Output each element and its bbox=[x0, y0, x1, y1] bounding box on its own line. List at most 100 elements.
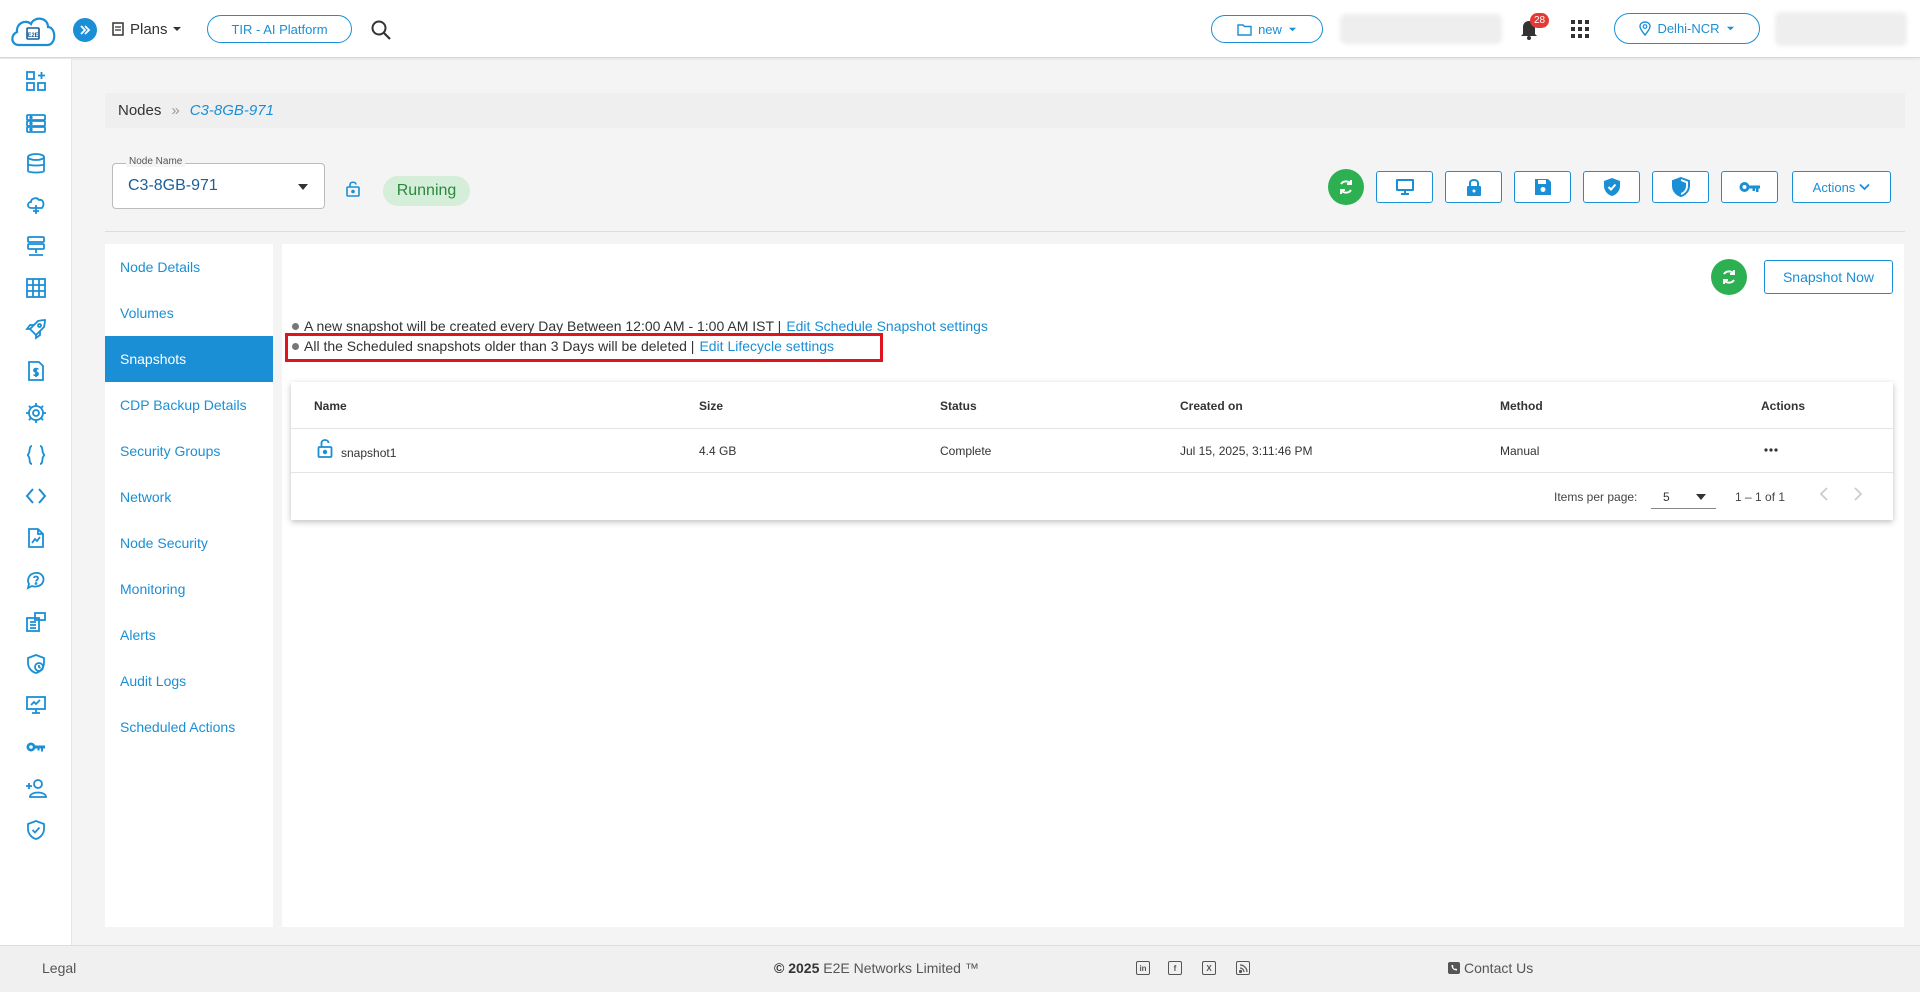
highlight-annotation-box bbox=[285, 333, 883, 362]
expand-sidebar-button[interactable] bbox=[73, 18, 97, 42]
subnav-item-cdp-backup-details[interactable]: CDP Backup Details bbox=[105, 382, 273, 428]
dashboard-add-icon[interactable] bbox=[24, 69, 48, 93]
snapshot-unlocked-icon[interactable] bbox=[317, 438, 333, 458]
snapshot-name: snapshot1 bbox=[341, 446, 397, 460]
breadcrumb-nodes-link[interactable]: Nodes bbox=[118, 102, 161, 119]
node-actions-label: Actions bbox=[1812, 179, 1856, 195]
project-label: new bbox=[1258, 21, 1282, 37]
save-floppy-icon bbox=[1534, 178, 1552, 196]
servers-icon[interactable] bbox=[24, 111, 48, 135]
firewall-shield-button[interactable] bbox=[1652, 171, 1709, 203]
database-icon[interactable] bbox=[24, 152, 48, 176]
shield-clock-icon[interactable] bbox=[24, 652, 48, 676]
edit-schedule-snapshot-link[interactable]: Edit Schedule Snapshot settings bbox=[786, 318, 988, 334]
apps-grid-icon[interactable] bbox=[1571, 20, 1589, 38]
snapshot-status: Complete bbox=[940, 444, 992, 458]
node-sub-navigation: Node Details Volumes Snapshots CDP Backu… bbox=[105, 244, 273, 927]
subnav-item-snapshots[interactable]: Snapshots bbox=[105, 336, 273, 382]
pagination-range: 1 – 1 of 1 bbox=[1735, 490, 1786, 504]
folder-icon bbox=[1237, 23, 1252, 36]
account-info-redacted bbox=[1340, 14, 1502, 44]
node-status-badge: Running bbox=[383, 176, 470, 206]
user-profile-redacted[interactable] bbox=[1775, 12, 1907, 46]
ssh-keys-button[interactable] bbox=[1721, 171, 1778, 203]
phone-icon bbox=[1448, 962, 1460, 974]
table-grid-icon[interactable] bbox=[24, 276, 48, 300]
facebook-icon[interactable]: f bbox=[1168, 961, 1182, 975]
shield-half-icon bbox=[1671, 177, 1690, 197]
building-chart-icon[interactable] bbox=[24, 610, 48, 634]
plans-document-icon bbox=[110, 21, 126, 37]
column-header-size: Size bbox=[699, 399, 724, 413]
row-divider bbox=[291, 472, 1893, 473]
bullet-dot bbox=[292, 322, 299, 330]
add-user-icon[interactable] bbox=[24, 776, 48, 800]
region-selector-button[interactable]: Delhi-NCR bbox=[1614, 13, 1760, 44]
console-button[interactable] bbox=[1376, 171, 1433, 203]
file-chart-icon[interactable] bbox=[24, 526, 48, 550]
items-per-page-value: 5 bbox=[1663, 490, 1670, 504]
lock-open-icon[interactable] bbox=[345, 180, 361, 197]
monitor-icon[interactable] bbox=[24, 693, 48, 717]
items-per-page-select[interactable]: 5 bbox=[1651, 483, 1716, 509]
tir-ai-platform-button[interactable]: TIR - AI Platform bbox=[207, 15, 352, 43]
subnav-item-alerts[interactable]: Alerts bbox=[105, 612, 273, 658]
lock-node-button[interactable] bbox=[1445, 171, 1502, 203]
shield-check-icon bbox=[1603, 177, 1621, 197]
node-name-select[interactable]: Node Name C3-8GB-971 bbox=[112, 156, 325, 209]
caret-down-icon bbox=[1696, 494, 1706, 500]
e2e-cloud-logo-icon[interactable]: E2E bbox=[9, 11, 57, 49]
refresh-snapshots-button[interactable] bbox=[1711, 259, 1747, 295]
node-status-label: Running bbox=[396, 182, 457, 199]
subnav-item-node-security[interactable]: Node Security bbox=[105, 520, 273, 566]
x-twitter-icon[interactable]: X bbox=[1202, 961, 1216, 975]
network-server-icon[interactable] bbox=[24, 234, 48, 258]
curly-braces-icon[interactable] bbox=[24, 443, 48, 467]
footer-copyright: © 2025 E2E Networks Limited ™ bbox=[774, 960, 979, 976]
rss-feed-icon[interactable] bbox=[1236, 961, 1250, 975]
next-page-button[interactable] bbox=[1853, 487, 1863, 501]
top-bar: E2E Plans TIR - AI Platform new 28 Delhi… bbox=[0, 0, 1920, 58]
items-per-page-label: Items per page: bbox=[1554, 490, 1638, 504]
subnav-item-network[interactable]: Network bbox=[105, 474, 273, 520]
plans-label: Plans bbox=[130, 20, 168, 38]
project-selector-button[interactable]: new bbox=[1211, 15, 1323, 43]
snapshots-table: Name Size Status Created on Method Actio… bbox=[291, 382, 1893, 520]
key-icon[interactable] bbox=[24, 735, 48, 759]
row-more-options-icon[interactable] bbox=[1764, 448, 1778, 452]
search-icon[interactable] bbox=[370, 19, 392, 41]
save-image-button[interactable] bbox=[1514, 171, 1571, 203]
logo-text: E2E bbox=[27, 33, 38, 39]
snapshot-now-button[interactable]: Snapshot Now bbox=[1764, 260, 1893, 294]
security-shield-button[interactable] bbox=[1583, 171, 1640, 203]
rocket-icon[interactable] bbox=[24, 317, 48, 341]
plans-menu[interactable]: Plans bbox=[110, 18, 182, 40]
snapshot-size: 4.4 GB bbox=[699, 444, 737, 458]
location-pin-icon bbox=[1639, 21, 1652, 36]
subnav-item-audit-logs[interactable]: Audit Logs bbox=[105, 658, 273, 704]
settings-gear-icon[interactable] bbox=[24, 401, 48, 425]
breadcrumb-current: C3-8GB-971 bbox=[189, 102, 274, 119]
contact-us-link[interactable]: Contact Us bbox=[1448, 960, 1533, 976]
shield-check-icon[interactable] bbox=[24, 818, 48, 842]
billing-invoice-icon[interactable] bbox=[24, 359, 48, 383]
footer-legal-link[interactable]: Legal bbox=[42, 960, 76, 976]
footer: Legal © 2025 E2E Networks Limited ™ in f… bbox=[0, 945, 1920, 992]
previous-page-button[interactable] bbox=[1819, 487, 1829, 501]
subnav-item-node-details[interactable]: Node Details bbox=[105, 244, 273, 290]
chat-help-icon[interactable] bbox=[24, 568, 48, 592]
cloud-upload-icon[interactable] bbox=[24, 193, 48, 217]
subnav-item-scheduled-actions[interactable]: Scheduled Actions bbox=[105, 704, 273, 750]
code-brackets-icon[interactable] bbox=[24, 484, 48, 508]
column-header-status: Status bbox=[940, 399, 977, 413]
subnav-item-volumes[interactable]: Volumes bbox=[105, 290, 273, 336]
subnav-item-monitoring[interactable]: Monitoring bbox=[105, 566, 273, 612]
column-header-created-on: Created on bbox=[1180, 399, 1243, 413]
notification-count-badge: 28 bbox=[1530, 13, 1550, 28]
subnav-item-security-groups[interactable]: Security Groups bbox=[105, 428, 273, 474]
refresh-node-button[interactable] bbox=[1328, 169, 1364, 205]
linkedin-icon[interactable]: in bbox=[1136, 961, 1150, 975]
caret-down-icon bbox=[172, 24, 182, 34]
node-actions-button[interactable]: Actions bbox=[1792, 171, 1891, 203]
header-row-divider bbox=[291, 428, 1893, 429]
